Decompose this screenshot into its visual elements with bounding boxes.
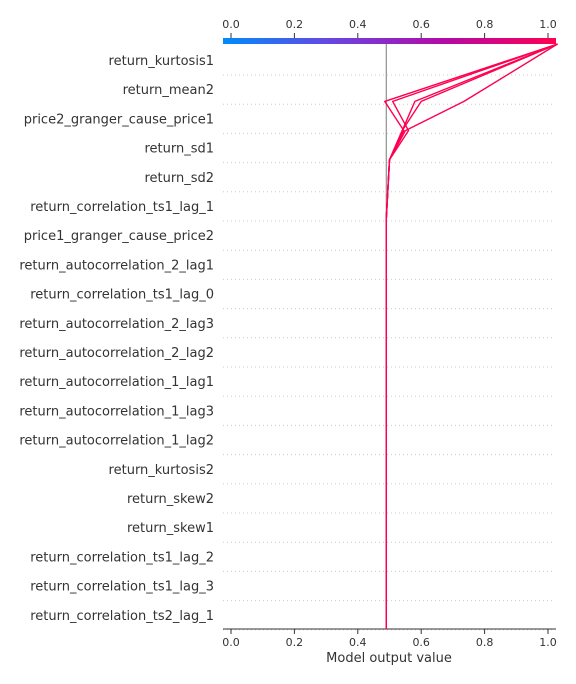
feature-label: return_correlation_ts1_lag_0 <box>30 288 214 303</box>
feature-label: return_autocorrelation_1_lag2 <box>19 434 214 449</box>
top-tick-label: 1.0 <box>539 18 557 31</box>
feature-label: return_sd1 <box>144 142 214 157</box>
feature-label: return_kurtosis2 <box>109 463 214 478</box>
feature-label: return_correlation_ts1_lag_2 <box>30 550 214 565</box>
decision-line <box>385 43 558 629</box>
feature-label: price2_granger_cause_price1 <box>24 112 214 127</box>
decision-lines <box>384 43 558 629</box>
feature-label: return_autocorrelation_2_lag1 <box>19 258 214 273</box>
top-tick-label: 0.6 <box>412 18 430 31</box>
feature-label: return_autocorrelation_2_lag2 <box>19 346 214 361</box>
feature-label: return_skew1 <box>127 521 214 536</box>
top-tick-label: 0.4 <box>349 18 367 31</box>
feature-labels: return_kurtosis1 return_mean2 price2_grang… <box>19 54 214 624</box>
top-tick-label: 0.8 <box>476 18 494 31</box>
decision-line <box>385 43 558 629</box>
feature-label: return_correlation_ts2_lag_1 <box>30 609 214 624</box>
feature-label: return_autocorrelation_1_lag3 <box>19 404 214 419</box>
top-tick-label: 0.0 <box>222 18 240 31</box>
decision-line <box>385 43 558 629</box>
feature-label: return_sd2 <box>144 171 214 186</box>
x-tick-label: 1.0 <box>539 636 557 649</box>
x-tick-label: 0.8 <box>476 636 494 649</box>
x-tick-label: 0.0 <box>222 636 240 649</box>
x-tick-label: 0.2 <box>286 636 304 649</box>
feature-label: return_kurtosis1 <box>109 54 214 69</box>
x-tick-label: 0.6 <box>412 636 430 649</box>
x-axis: 0.0 0.2 0.4 0.6 0.8 1.0 <box>222 628 557 649</box>
feature-label: return_correlation_ts1_lag_1 <box>30 200 214 215</box>
feature-label: return_autocorrelation_2_lag3 <box>19 317 214 332</box>
feature-label: return_mean2 <box>123 83 214 98</box>
feature-label: return_autocorrelation_1_lag1 <box>19 375 214 390</box>
feature-label: return_correlation_ts1_lag_3 <box>30 580 214 595</box>
grid-lines <box>223 74 555 631</box>
colorbar: 0.0 0.2 0.4 0.6 0.8 1.0 <box>222 18 557 44</box>
feature-label: return_skew2 <box>127 492 214 507</box>
shap-decision-plot: 0.0 0.2 0.4 0.6 0.8 1.0 return_kurtosis1retur… <box>19 18 558 666</box>
top-tick-label: 0.2 <box>286 18 304 31</box>
decision-line <box>384 43 558 629</box>
decision-line <box>385 43 558 629</box>
x-axis-label: Model output value <box>326 651 452 666</box>
x-tick-label: 0.4 <box>349 636 367 649</box>
colorbar-gradient <box>223 38 556 44</box>
feature-label: price1_granger_cause_price2 <box>24 229 214 244</box>
